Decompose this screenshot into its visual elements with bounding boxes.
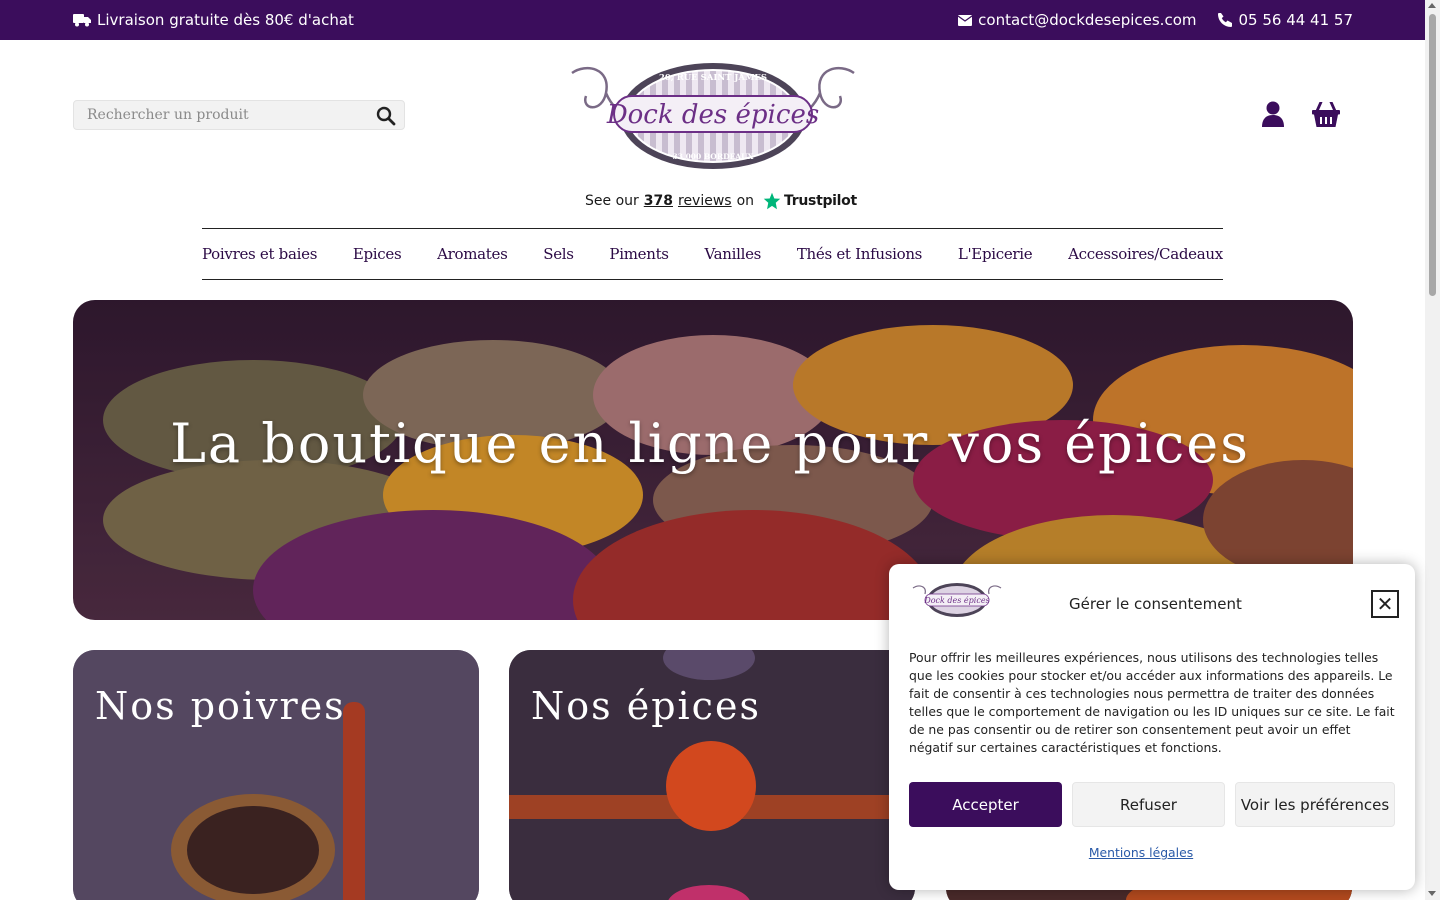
- nav-item-sels[interactable]: Sels: [543, 245, 574, 263]
- trustpilot-widget[interactable]: See our 378 reviews on Trustpilot: [585, 189, 857, 213]
- nav-item-epicerie[interactable]: L'Epicerie: [958, 245, 1033, 263]
- category-card-epices[interactable]: Nos épices: [509, 650, 915, 900]
- cookie-consent-dialog: Dock des épices Gérer le consentement ✕ …: [889, 564, 1415, 890]
- search-button[interactable]: [376, 106, 396, 126]
- category-card-poivres[interactable]: Nos poivres: [73, 650, 479, 900]
- close-button[interactable]: ✕: [1371, 590, 1399, 618]
- shipping-info: Livraison gratuite dès 80€ d'achat: [73, 11, 354, 29]
- trustpilot-on: on: [736, 193, 755, 209]
- shipping-text: Livraison gratuite dès 80€ d'achat: [97, 11, 354, 29]
- card-title-epices: Nos épices: [531, 684, 761, 728]
- card-title-poivres: Nos poivres: [95, 684, 346, 728]
- legal-notice-link[interactable]: Mentions légales: [889, 845, 1393, 860]
- email-text[interactable]: contact@dockdesepices.com: [978, 11, 1196, 29]
- site-logo[interactable]: 20, RUE SAINT JAMES Dock des épices 33 0…: [566, 58, 860, 172]
- email-link[interactable]: contact@dockdesepices.com: [958, 11, 1196, 29]
- trustpilot-count[interactable]: 378: [644, 193, 673, 209]
- nav-item-poivres[interactable]: Poivres et baies: [202, 245, 317, 263]
- phone-text[interactable]: 05 56 44 41 57: [1238, 11, 1353, 29]
- cookie-logo: Dock des épices: [911, 582, 1003, 618]
- refuse-button[interactable]: Refuser: [1072, 782, 1225, 827]
- trustpilot-reviews-link[interactable]: reviews: [678, 193, 732, 209]
- nav-item-thes[interactable]: Thés et Infusions: [797, 245, 923, 263]
- basket-icon[interactable]: [1312, 100, 1340, 127]
- scroll-down-arrow[interactable]: [1428, 891, 1436, 896]
- nav-item-piments[interactable]: Piments: [609, 245, 669, 263]
- trustpilot-brand: Trustpilot: [784, 193, 857, 209]
- cookie-description: Pour offrir les meilleures expériences, …: [909, 650, 1395, 755]
- logo-name: Dock des épices: [606, 100, 819, 130]
- phone-icon: [1218, 13, 1233, 27]
- search-bar: [73, 100, 405, 130]
- account-icon[interactable]: [1261, 101, 1285, 127]
- trustpilot-logo[interactable]: Trustpilot: [763, 192, 857, 210]
- hero-title: La boutique en ligne pour vos épices: [170, 412, 1250, 475]
- logo-address-top: 20, RUE SAINT JAMES: [659, 73, 767, 83]
- cookie-logo-name: Dock des épices: [923, 596, 989, 605]
- star-icon: [763, 192, 781, 210]
- envelope-icon: [958, 14, 973, 26]
- trustpilot-prefix: See our: [585, 193, 639, 209]
- accept-button[interactable]: Accepter: [909, 782, 1062, 827]
- nav-item-accessoires[interactable]: Accessoires/Cadeaux: [1068, 245, 1223, 263]
- top-bar: Livraison gratuite dès 80€ d'achat conta…: [0, 0, 1425, 40]
- nav-item-epices[interactable]: Epices: [353, 245, 402, 263]
- scrollbar-thumb[interactable]: [1429, 14, 1436, 296]
- truck-icon: [73, 14, 91, 27]
- nav-item-aromates[interactable]: Aromates: [437, 245, 508, 263]
- preferences-button[interactable]: Voir les préférences: [1235, 782, 1395, 827]
- search-input[interactable]: [74, 101, 354, 129]
- search-icon: [376, 106, 396, 126]
- nav-item-vanilles[interactable]: Vanilles: [704, 245, 761, 263]
- page-scrollbar[interactable]: [1425, 0, 1440, 900]
- scroll-up-arrow[interactable]: [1428, 3, 1436, 8]
- close-icon: ✕: [1376, 592, 1394, 616]
- phone-link[interactable]: 05 56 44 41 57: [1218, 11, 1353, 29]
- cookie-title: Gérer le consentement: [1069, 595, 1242, 613]
- logo-address-bottom: 33 000 BORDEAUX: [673, 152, 754, 161]
- main-nav: Poivres et baies Epices Aromates Sels Pi…: [202, 228, 1223, 280]
